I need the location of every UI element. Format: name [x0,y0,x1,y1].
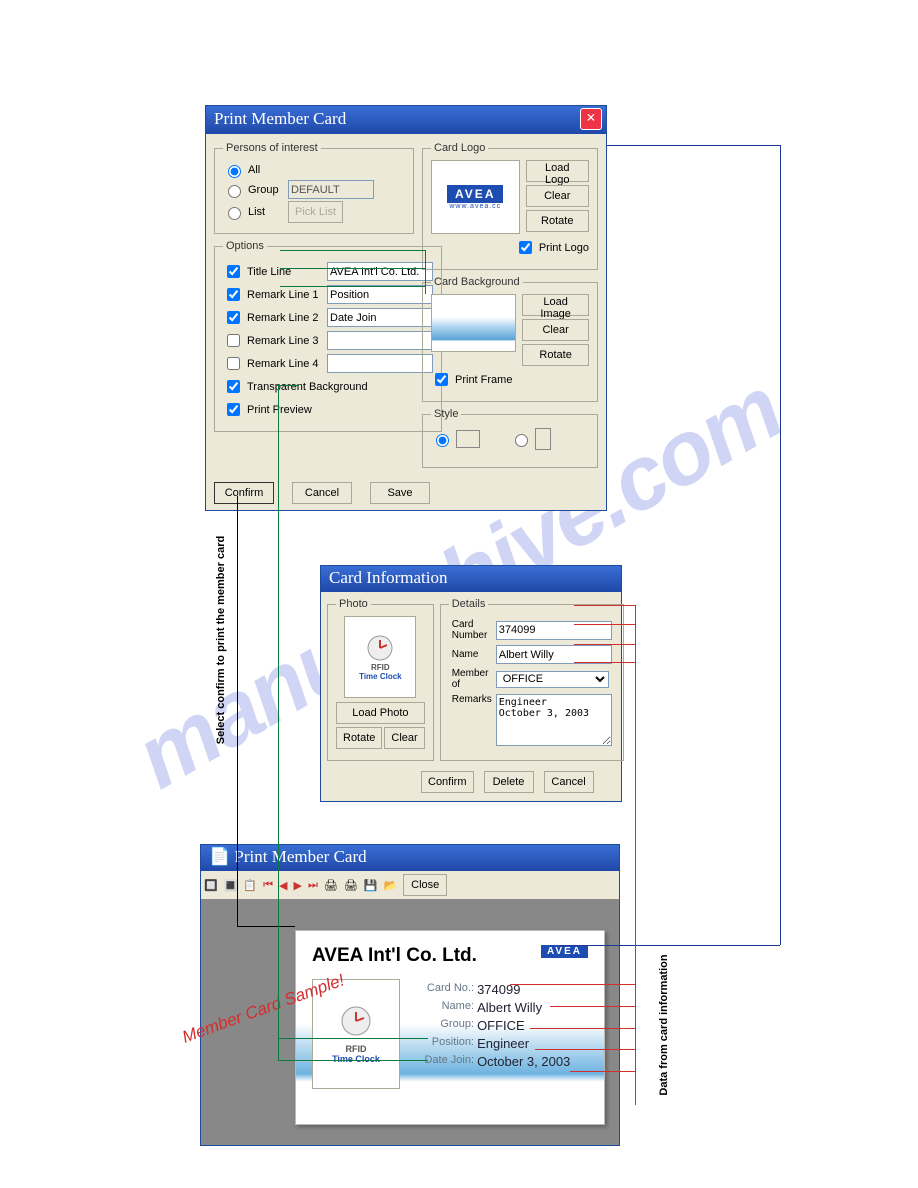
picklist-button[interactable]: Pick List [288,201,343,223]
style-landscape[interactable] [431,430,480,448]
details-legend: Details [449,598,489,610]
card-pos: Engineer [477,1036,529,1051]
persons-legend: Persons of interest [223,142,321,154]
titlebar: Print Member Card × [206,106,606,134]
r2-input[interactable] [327,308,433,327]
remarks-input[interactable]: Engineer October 3, 2003 [496,694,612,746]
radio-group[interactable]: Group [223,180,405,199]
cancel-button[interactable]: Cancel [292,482,352,504]
card-date: October 3, 2003 [477,1054,570,1069]
close-button[interactable]: Close [403,874,447,896]
r4-input[interactable] [327,354,433,373]
chk-preview[interactable] [227,403,240,416]
chk-r3[interactable] [227,334,240,347]
print-icon[interactable]: 🖨 [344,879,358,892]
ci-confirm-button[interactable]: Confirm [421,771,474,793]
loadimage-button[interactable]: Load Image [522,294,589,316]
photo-fieldset: Photo RFID Time Clock Load Photo Rotate … [327,598,434,761]
printer-setup-icon[interactable]: 🖨 [324,879,338,892]
next-icon[interactable]: ▶ [293,879,301,892]
radio-list[interactable]: List Pick List [223,201,405,223]
chk-r1[interactable] [227,288,240,301]
zoom-width-icon[interactable]: 🔳 [224,879,238,892]
r1-input[interactable] [327,285,433,304]
card-group: OFFICE [477,1018,525,1033]
avea-logo: AVEA [447,185,503,203]
cardbg-fieldset: Card Background Load Image Clear Rotate … [422,276,598,402]
last-icon[interactable]: ⏭ [308,879,318,892]
loadlogo-button[interactable]: Load Logo [526,160,589,182]
chk-title-line[interactable] [227,265,240,278]
cardbg-legend: Card Background [431,276,523,288]
window-title: Print Member Card [214,109,346,129]
photo-box: RFID Time Clock [344,616,416,698]
prev-icon[interactable]: ◀ [279,879,287,892]
rotate-bg-button[interactable]: Rotate [522,344,589,366]
style-fieldset: Style [422,408,598,468]
memberof-select[interactable]: OFFICE [496,671,609,688]
close-icon[interactable]: × [580,108,602,130]
bg-preview [431,294,516,352]
card-title: AVEA Int'l Co. Ltd. [312,945,477,967]
persons-fieldset: Persons of interest All Group List Pick … [214,142,414,234]
card-logo: AVEA [541,945,588,958]
annotation-data: Data from card information [658,945,670,1105]
chk-r4[interactable] [227,357,240,370]
loadphoto-button[interactable]: Load Photo [336,702,425,724]
print-member-card-dialog: Print Member Card × Persons of interest … [205,105,607,511]
logo-preview: AVEA www.avea.cc [431,160,520,234]
annotation-confirm: Select confirm to print the member card [215,510,227,770]
rotate-logo-button[interactable]: Rotate [526,210,589,232]
cardlogo-fieldset: Card Logo AVEA www.avea.cc Load Logo Cle… [422,142,598,270]
save-button[interactable]: Save [370,482,430,504]
details-fieldset: Details Card Number Name Member ofOFFICE… [440,598,624,761]
card-name: Albert Willy [477,1000,542,1015]
chk-transp[interactable] [227,380,240,393]
chk-printlogo[interactable] [519,241,532,254]
ci-delete-button[interactable]: Delete [484,771,534,793]
style-portrait[interactable] [510,428,551,450]
page-icon: 📄 [209,847,230,866]
avea-logo-sub: www.avea.cc [449,203,501,210]
save-icon[interactable]: 💾 [364,879,378,892]
clear-bg-button[interactable]: Clear [522,319,589,341]
card-information-dialog: Card Information Photo RFID Time Clock L… [320,565,622,802]
zoom-full-icon[interactable]: 🔲 [204,879,218,892]
cardlogo-legend: Card Logo [431,142,488,154]
photo-legend: Photo [336,598,371,610]
group-select[interactable] [288,180,374,199]
zoom-page-icon[interactable]: 📋 [243,879,257,892]
confirm-button[interactable]: Confirm [214,482,274,504]
open-icon[interactable]: 📂 [384,879,398,892]
chk-printframe[interactable] [435,373,448,386]
window-title: Print Member Card [234,847,366,866]
title-line-input[interactable] [327,262,433,281]
first-icon[interactable]: ⏮ [263,879,273,892]
options-legend: Options [223,240,267,252]
r3-input[interactable] [327,331,433,350]
chk-r2[interactable] [227,311,240,324]
clear-logo-button[interactable]: Clear [526,185,589,207]
clock-icon [339,1004,373,1038]
titlebar-pp: 📄 Print Member Card [201,845,619,871]
window-title: Card Information [329,568,448,588]
rotate-photo-button[interactable]: Rotate [336,727,382,749]
radio-all[interactable]: All [223,162,405,178]
ci-cancel-button[interactable]: Cancel [544,771,594,793]
toolbar: 🔲 🔳 📋 ⏮ ◀ ▶ ⏭ 🖨 🖨 💾 📂 Close [201,871,619,899]
clock-icon [365,633,395,663]
style-legend: Style [431,408,461,420]
titlebar-ci: Card Information [321,566,621,592]
clear-photo-button[interactable]: Clear [384,727,424,749]
